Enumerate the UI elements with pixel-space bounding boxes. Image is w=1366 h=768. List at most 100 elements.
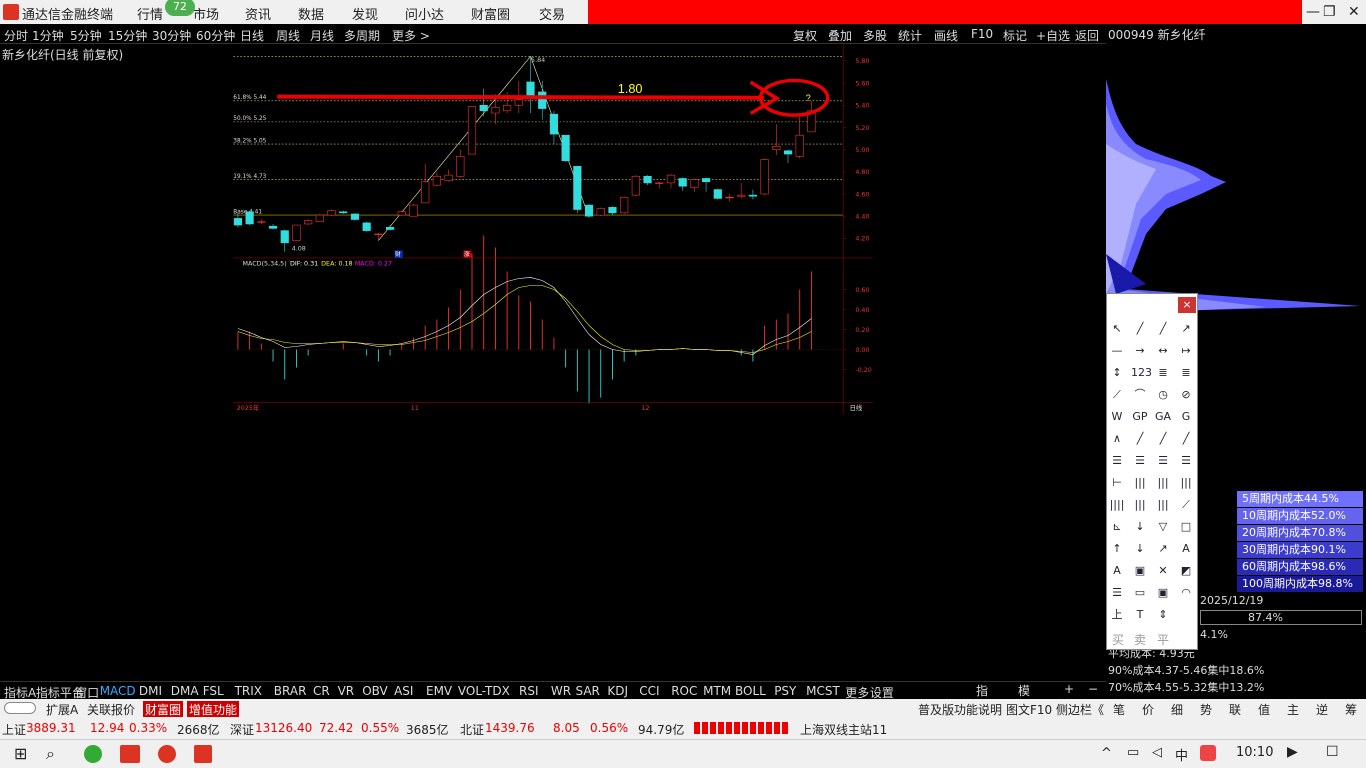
tab-plus[interactable]: + <box>1064 682 1074 696</box>
draw-tool-icon[interactable]: ↑ <box>1108 540 1126 558</box>
candle-body[interactable] <box>549 113 559 135</box>
ext-jia[interactable]: 价 <box>1142 701 1154 718</box>
draw-tool-icon[interactable]: ↗ <box>1177 320 1195 338</box>
candle-body[interactable] <box>538 91 547 109</box>
indicator-tab-18[interactable]: KDJ <box>607 684 628 698</box>
draw-tool-icon[interactable]: ⊘ <box>1177 386 1195 404</box>
app3-icon[interactable] <box>194 745 212 763</box>
candle-body[interactable] <box>233 218 243 226</box>
draw-tool-icon[interactable]: ||| <box>1177 474 1195 492</box>
candle-body[interactable] <box>385 226 395 230</box>
menu-shichang[interactable]: 市场 <box>193 4 219 23</box>
ext-ni[interactable]: 逆 <box>1316 701 1328 718</box>
candle-body[interactable] <box>503 104 512 112</box>
candle-body[interactable] <box>701 178 711 183</box>
indicator-tab-11[interactable]: OBV <box>362 684 388 698</box>
draw-tool-icon[interactable]: ☰ <box>1131 452 1149 470</box>
indicator-tab-20[interactable]: ROC <box>671 684 697 698</box>
candle-body[interactable] <box>678 178 687 187</box>
draw-tool-icon[interactable]: ◩ <box>1177 562 1195 580</box>
menu-hangqing[interactable]: 行情 <box>137 4 163 23</box>
period-30min[interactable]: 30分钟 <box>152 27 191 44</box>
tool-sell[interactable]: 卖 <box>1134 631 1146 648</box>
candle-body[interactable] <box>573 165 582 210</box>
draw-tool-icon[interactable]: → <box>1131 342 1149 360</box>
restore-icon[interactable]: ❐ <box>1323 4 1336 20</box>
draw-tool-icon[interactable]: ⊢ <box>1108 474 1126 492</box>
draw-tool-icon[interactable]: GP <box>1131 408 1149 426</box>
clock[interactable]: 10:10 <box>1236 745 1273 760</box>
candle-body[interactable] <box>608 207 617 214</box>
candle-body[interactable] <box>514 99 523 106</box>
draw-tool-icon[interactable]: ╱ <box>1154 320 1172 338</box>
kline-chart[interactable]: 61.8% 5.44 50.0% 5.25 38.2% 5.05 19.1% 4.73… <box>0 44 1106 414</box>
windows-start-icon[interactable]: ⊞ <box>14 744 27 763</box>
minimize-icon[interactable]: — <box>1306 4 1320 20</box>
btn-f10[interactable]: F10 <box>971 27 993 41</box>
tab-minus[interactable]: − <box>1088 682 1098 696</box>
draw-tool-icon[interactable]: ◷ <box>1154 386 1172 404</box>
candle-body[interactable] <box>725 197 734 199</box>
candle-body[interactable] <box>631 175 640 196</box>
draw-tool-icon[interactable]: ⊾ <box>1108 518 1126 536</box>
draw-tool-icon[interactable]: ↓ <box>1131 518 1149 536</box>
period-multi[interactable]: 多周期 <box>344 27 380 44</box>
ext-shuoming[interactable]: 普及版功能说明 <box>918 701 1002 718</box>
candle-body[interactable] <box>772 146 781 150</box>
btn-duogu[interactable]: 多股 <box>863 27 887 44</box>
draw-tool-icon[interactable]: ↗ <box>1154 540 1172 558</box>
btn-biaoji[interactable]: 标记 <box>1003 27 1027 44</box>
candle-body[interactable] <box>561 134 570 162</box>
draw-tool-icon[interactable]: ▣ <box>1131 562 1149 580</box>
network-icon[interactable]: ▭ <box>1127 745 1139 760</box>
browser-icon[interactable] <box>84 745 102 763</box>
ext-f10[interactable]: 图文F10 <box>1006 701 1052 718</box>
period-monthly[interactable]: 月线 <box>310 27 334 44</box>
indicator-tab-9[interactable]: CR <box>313 684 330 698</box>
draw-tool-icon[interactable]: ▽ <box>1154 518 1172 536</box>
indicator-tab-19[interactable]: CCI <box>639 684 659 698</box>
candle-body[interactable] <box>432 175 441 186</box>
draw-tool-icon[interactable]: ☰ <box>1177 452 1195 470</box>
indicator-tab-4[interactable]: DMI <box>139 684 162 698</box>
period-daily[interactable]: 日线 <box>240 27 264 44</box>
toolbox-close-icon[interactable]: × <box>1178 297 1196 313</box>
candle-body[interactable] <box>491 107 500 114</box>
indicator-tab-22[interactable]: BOLL <box>735 684 766 698</box>
draw-tool-icon[interactable]: 123 <box>1131 364 1152 382</box>
candle-body[interactable] <box>526 81 535 96</box>
draw-tool-icon[interactable]: ☰ <box>1154 452 1172 470</box>
indicator-tab-5[interactable]: DMA <box>171 684 199 698</box>
indicator-tab-6[interactable]: FSL <box>203 684 224 698</box>
indicator-tab-16[interactable]: WR <box>551 684 571 698</box>
candle-body[interactable] <box>666 174 676 184</box>
btn-zixuan[interactable]: +自选 <box>1036 27 1070 44</box>
draw-tool-icon[interactable]: ⌒ <box>1131 386 1149 404</box>
draw-tool-icon[interactable]: ⇕ <box>1154 606 1172 624</box>
draw-tool-icon[interactable]: ▭ <box>1131 584 1149 602</box>
ext-a[interactable]: 扩展A <box>46 701 78 718</box>
wps-icon[interactable] <box>1200 745 1216 761</box>
candle-body[interactable] <box>292 224 301 241</box>
draw-tool-icon[interactable]: ∧ <box>1108 430 1126 448</box>
draw-tool-icon[interactable]: W <box>1108 408 1126 426</box>
btn-tongji[interactable]: 统计 <box>898 27 922 44</box>
draw-tool-icon[interactable]: ↔ <box>1154 342 1172 360</box>
draw-tool-icon[interactable]: — <box>1108 342 1126 360</box>
candle-body[interactable] <box>737 194 746 197</box>
candle-body[interactable] <box>245 211 254 225</box>
candle-body[interactable] <box>643 175 652 184</box>
search-icon[interactable]: ⌕ <box>46 744 55 764</box>
candle-body[interactable] <box>655 182 664 184</box>
draw-tool-icon[interactable]: ☰ <box>1108 452 1126 470</box>
ext-zhu[interactable]: 主 <box>1287 701 1299 718</box>
ext-sidebar[interactable]: 侧边栏《 <box>1056 701 1104 718</box>
draw-tool-icon[interactable]: ╱ <box>1131 430 1149 448</box>
ext-bi[interactable]: 笔 <box>1113 701 1125 718</box>
menu-wenxiaoda[interactable]: 问小达 <box>405 4 444 23</box>
draw-tool-icon[interactable]: ⟋ <box>1177 496 1195 514</box>
close-icon[interactable]: ✕ <box>1348 4 1360 20</box>
draw-tool-icon[interactable]: ↓ <box>1131 540 1149 558</box>
menu-zixun[interactable]: 资讯 <box>245 4 271 23</box>
draw-tool-icon[interactable]: ||| <box>1154 474 1172 492</box>
